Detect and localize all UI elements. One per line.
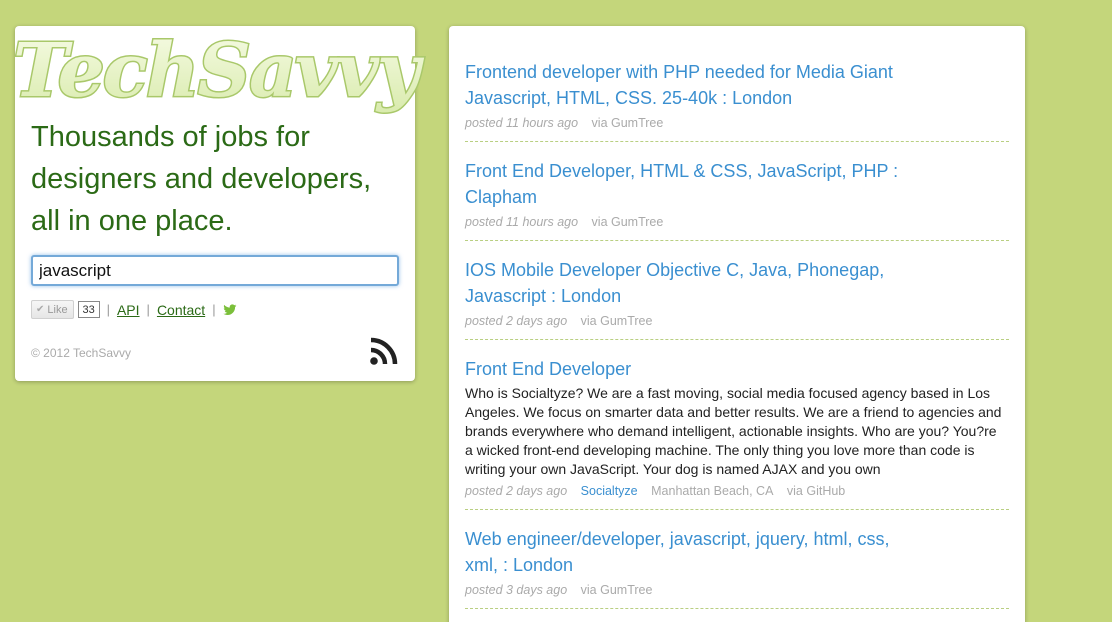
job-list: Frontend developer with PHP needed for M… [465,59,1009,622]
copyright: © 2012 TechSavvy [31,346,132,360]
job-source: via GumTree [580,583,653,597]
posted-time: posted 2 days ago [465,484,568,498]
job-source: via GumTree [580,314,653,328]
intro-panel: TechSavvy Thousands of jobs for designer… [12,26,428,381]
job-listing: Web engineer/developer, javascript, jque… [465,526,1009,609]
job-description: Who is Socialtyze? We are a fast moving,… [465,385,1002,477]
job-listing: IOS Mobile Developer Objective C, Java, … [465,257,1009,340]
job-meta: posted 2 days ago via GumTree [465,313,1009,329]
results-panel: Frontend developer with PHP needed for M… [449,26,1025,622]
job-meta: posted 11 hours ago via GumTree [465,115,1009,131]
job-source: via GumTree [591,215,664,229]
job-listing: Frontend developer with PHP needed for M… [465,59,1009,142]
like-label: Like [47,303,68,316]
job-location: Manhattan Beach, CA [651,484,774,498]
posted-time: posted 11 hours ago [465,116,579,130]
divider: | [212,302,216,317]
social-links: ✔ Like 33 | API | Contact | [31,300,237,319]
job-title-link[interactable]: Frontend developer with PHP needed for M… [465,59,905,111]
job-listing: Front End Developer, HTML & CSS, JavaScr… [465,158,1009,241]
divider: | [106,302,110,317]
company-link[interactable]: Socialtyze [581,484,638,498]
api-link[interactable]: API [117,302,140,318]
job-source: via GumTree [591,116,664,130]
job-title-link[interactable]: Front End Developer [465,356,905,382]
logo-wordmark: TechSavvy [13,28,425,114]
job-meta: posted 3 days ago via GumTree [465,582,1009,598]
twitter-icon[interactable] [222,303,237,316]
contact-link[interactable]: Contact [157,302,205,318]
search-input[interactable] [31,255,399,286]
divider: | [146,302,150,317]
check-icon: ✔ [36,304,45,315]
job-meta: posted 2 days ago Socialtyze Manhattan B… [465,483,1009,499]
job-source: via GitHub [786,484,846,498]
job-title-link[interactable]: Web engineer/developer, javascript, jque… [465,526,905,578]
posted-time: posted 11 hours ago [465,215,579,229]
posted-time: posted 2 days ago [465,314,568,328]
tagline: Thousands of jobs for designers and deve… [31,121,372,237]
like-button[interactable]: ✔ Like [31,300,74,319]
rss-icon[interactable] [369,336,399,371]
job-title-link[interactable]: Front End Developer, HTML & CSS, JavaScr… [465,158,905,210]
posted-time: posted 3 days ago [465,583,568,597]
job-listing: Front End Developer Who is Socialtyze? W… [465,356,1009,510]
like-count: 33 [77,301,100,318]
job-meta: posted 11 hours ago via GumTree [465,214,1009,230]
techsavvy-logo[interactable]: TechSavvy [1,12,441,122]
job-title-link[interactable]: IOS Mobile Developer Objective C, Java, … [465,257,905,309]
